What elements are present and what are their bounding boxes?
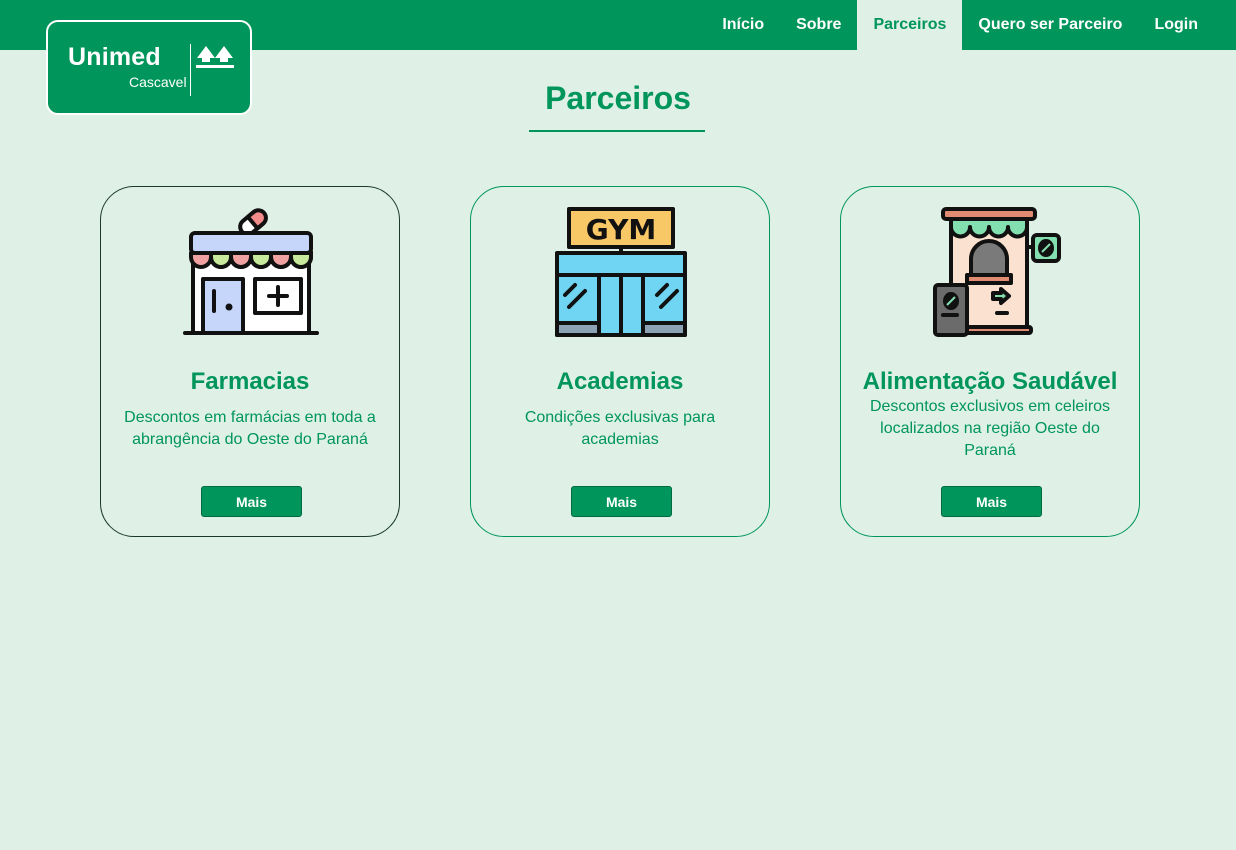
svg-text:GYM: GYM — [586, 213, 657, 246]
unimed-tree-icon — [196, 46, 234, 68]
title-underline — [529, 130, 705, 132]
partner-card-alimentacao: Alimentação Saudável Descontos exclusivo… — [840, 186, 1140, 537]
main-nav: Início Sobre Parceiros Quero ser Parceir… — [706, 0, 1236, 50]
mais-button-academias[interactable]: Mais — [571, 486, 672, 517]
nav-item-inicio[interactable]: Início — [706, 0, 780, 50]
card-description: Condições exclusivas para academias — [524, 409, 716, 448]
pharmacy-store-icon — [183, 208, 319, 335]
nav-item-quero-ser-parceiro[interactable]: Quero ser Parceiro — [962, 0, 1138, 50]
card-description: Descontos exclusivos em celeiros localiz… — [869, 398, 1111, 459]
gym-building-icon: GYM — [555, 207, 687, 337]
mais-button-alimentacao[interactable]: Mais — [941, 486, 1042, 517]
nav-item-login[interactable]: Login — [1138, 0, 1236, 50]
logo-wordmark: Unimed — [68, 43, 161, 71]
coffee-shop-icon — [933, 207, 1061, 337]
partner-card-farmacias: Farmacias Descontos em farmácias em toda… — [100, 186, 400, 537]
card-title: Academias — [556, 368, 684, 395]
card-title: Farmacias — [190, 368, 310, 395]
mais-button-farmacias[interactable]: Mais — [201, 486, 302, 517]
partner-card-academias: GYM Academias Condições exclusivas para … — [470, 186, 770, 537]
nav-item-sobre[interactable]: Sobre — [780, 0, 857, 50]
page-title: Parceiros — [545, 80, 691, 116]
nav-item-parceiros[interactable]: Parceiros — [857, 0, 963, 50]
card-description: Descontos em farmácias em toda a abrangê… — [124, 409, 376, 448]
card-title: Alimentação Saudável — [862, 368, 1118, 395]
